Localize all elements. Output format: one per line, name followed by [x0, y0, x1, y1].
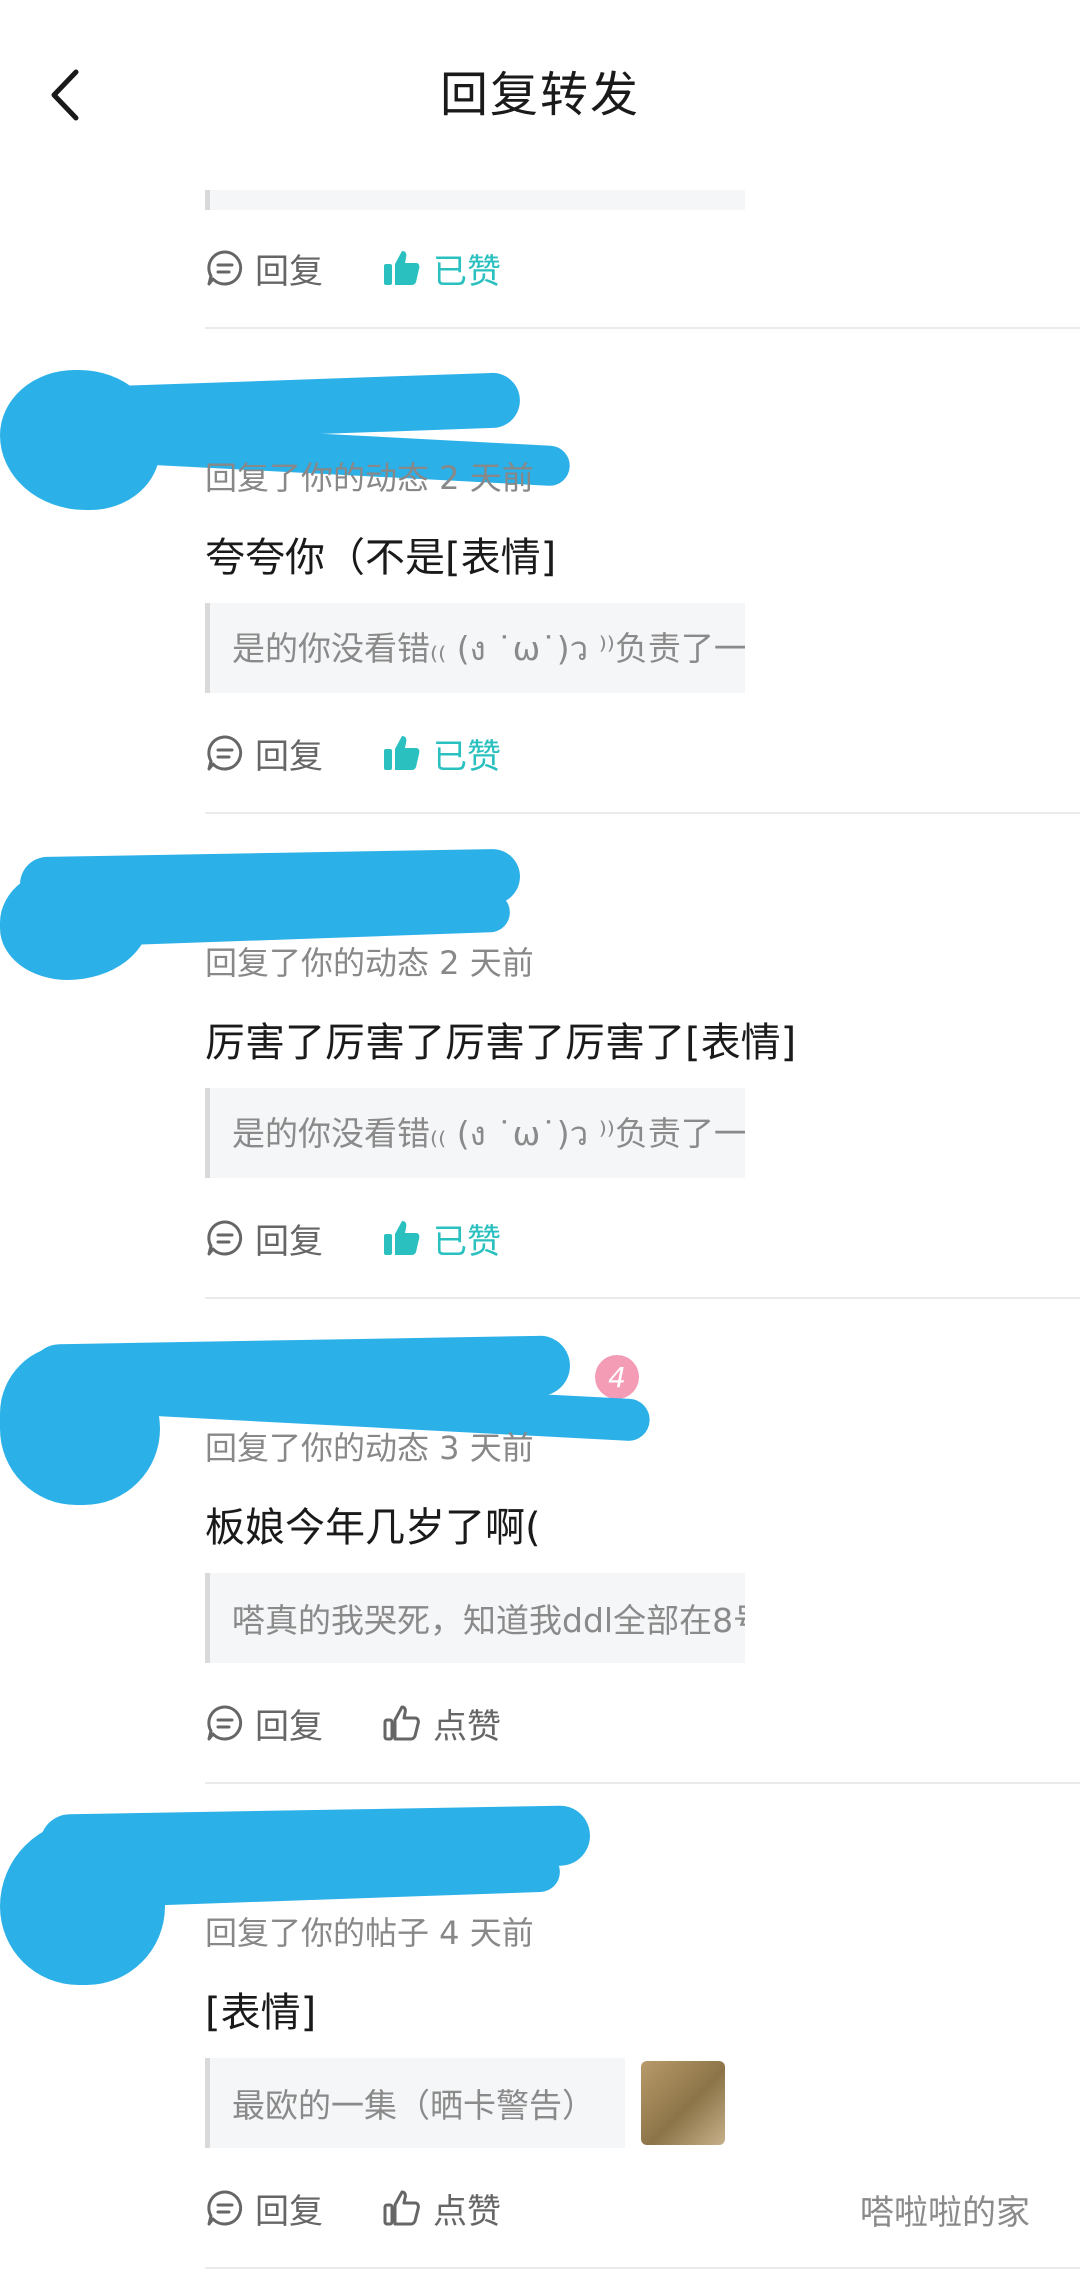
- header: 回复转发: [0, 0, 1080, 190]
- comment-icon: [207, 2190, 243, 2226]
- quoted-post[interactable]: 是的你没看错₍₍ (ง ˙ω˙)ว ⁾⁾负责了一小部分的制...: [205, 603, 745, 693]
- comment-text[interactable]: 板娘今年几岁了啊(: [205, 1495, 541, 1553]
- level-badge: 4: [595, 1355, 639, 1399]
- comment-icon: [207, 250, 243, 286]
- reply-button[interactable]: 回复: [205, 2184, 323, 2233]
- item-meta: 回复了你的帖子 4 天前: [205, 1914, 534, 1952]
- thumbs-up-filled-icon: [384, 1221, 420, 1255]
- quoted-post[interactable]: 嗒真的我哭死，知道我ddl全部在8号，所以把...: [205, 1573, 745, 1663]
- thumbs-up-outline-icon: [383, 1705, 420, 1741]
- reply-label: 回复: [255, 251, 323, 292]
- like-button[interactable]: 点赞: [381, 2184, 501, 2233]
- divider: [205, 1782, 1080, 1784]
- comment-icon: [207, 735, 243, 771]
- item-actions: 回复 点赞: [205, 2178, 559, 2238]
- quoted-post[interactable]: 最欧的一集（晒卡警告）: [205, 2058, 625, 2148]
- quoted-post[interactable]: 是的你没看错₍₍ (ง ˙ω˙)ว ⁾⁾负责了一小部分的制...: [205, 1088, 745, 1178]
- like-button[interactable]: 已赞: [381, 729, 501, 778]
- reply-button[interactable]: 回复: [205, 1699, 323, 1748]
- item-actions: 回复 已赞: [205, 238, 559, 298]
- reply-button[interactable]: 回复: [205, 729, 323, 778]
- like-button[interactable]: 已赞: [381, 1214, 501, 1263]
- like-label: 点赞: [433, 2191, 501, 2232]
- source-label[interactable]: 嗒啦啦的家: [860, 2185, 1030, 2234]
- like-button[interactable]: 点赞: [381, 1699, 501, 1748]
- like-label: 已赞: [433, 251, 501, 292]
- like-label: 点赞: [433, 1706, 501, 1747]
- thumbs-up-filled-icon: [384, 736, 420, 770]
- like-button[interactable]: 已赞: [381, 244, 501, 293]
- quoted-post-thumbnail[interactable]: [641, 2061, 725, 2145]
- reply-button[interactable]: 回复: [205, 244, 323, 293]
- item-meta: 回复了你的动态 3 天前: [205, 1429, 534, 1467]
- reply-label: 回复: [255, 2191, 323, 2232]
- like-label: 已赞: [433, 1221, 501, 1262]
- thumbs-up-outline-icon: [383, 2190, 420, 2226]
- reply-label: 回复: [255, 1706, 323, 1747]
- divider: [205, 812, 1080, 814]
- item-actions: 回复 已赞: [205, 1208, 559, 1268]
- comment-text[interactable]: 厉害了厉害了厉害了厉害了[表情]: [205, 1010, 796, 1068]
- reply-label: 回复: [255, 1221, 323, 1262]
- comment-icon: [207, 1220, 243, 1256]
- reply-button[interactable]: 回复: [205, 1214, 323, 1263]
- divider: [205, 1297, 1080, 1299]
- comment-text[interactable]: [表情]: [205, 1980, 316, 2038]
- comment-text[interactable]: 夸夸你（不是[表情]: [205, 525, 556, 583]
- item-meta: 回复了你的动态 2 天前: [205, 459, 534, 497]
- divider: [205, 327, 1080, 329]
- item-actions: 回复 点赞: [205, 1693, 559, 1753]
- comment-icon: [207, 1705, 243, 1741]
- page-title: 回复转发: [439, 67, 640, 123]
- like-label: 已赞: [433, 736, 501, 777]
- reply-label: 回复: [255, 736, 323, 777]
- thumbs-up-filled-icon: [384, 251, 420, 285]
- item-meta: 回复了你的动态 2 天前: [205, 944, 534, 982]
- item-actions: 回复 已赞: [205, 723, 559, 783]
